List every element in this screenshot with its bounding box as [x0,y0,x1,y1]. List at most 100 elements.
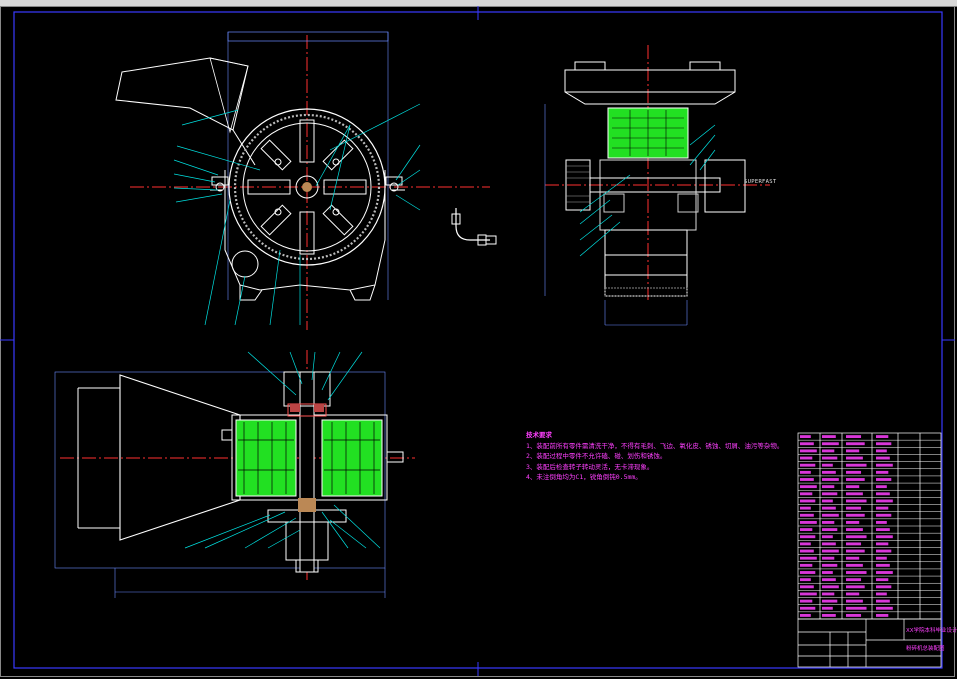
parts-list-cell-text [822,585,839,589]
parts-list-cell-text [876,435,889,439]
parts-list-rows [798,435,941,617]
parts-list-cell-text [876,592,887,596]
parts-list-cell-text [822,578,836,582]
parts-list-cell-text [800,592,817,596]
parts-list-cell-text [846,528,863,532]
parts-list-cell-text [800,613,811,617]
parts-list-cell-text [800,585,814,589]
title-block[interactable] [797,618,942,668]
parts-list-cell-text [822,470,836,474]
parts-list-cell-text [800,549,814,553]
technical-notes: 技术要求 1、装配前所有零件需清洗干净，不得有毛刺、飞边、氧化皮、锈蚀、切屑、油… [526,430,783,483]
technical-notes-heading: 技术要求 [526,431,552,439]
side-view[interactable] [544,45,770,326]
parts-list-cell-text [800,485,817,489]
parts-list-cell-text [822,528,838,532]
parts-list-cell-text [876,499,893,503]
parts-list-cell-text [800,435,811,439]
parts-list-cell-text [876,449,887,453]
parts-list-cell-text [876,456,890,460]
parts-list-cell-text [800,499,816,503]
parts-list-cell-text [876,506,889,510]
parts-list-cell-text [822,463,833,467]
parts-list-cell-text [876,599,890,603]
parts-list-cell-text [846,449,860,453]
parts-list-cell-text [846,535,867,539]
parts-list-cell-text [876,520,887,524]
parts-list-cell-text [876,442,892,446]
parts-list-cell-text [800,528,813,532]
parts-list-cell-text [822,456,838,460]
shaft-callout-text: SUPERFAST [744,179,777,185]
parts-list-cell-text [822,492,838,496]
parts-list-cell-text [800,578,811,582]
parts-list-cell-text [846,578,862,582]
parts-list-cell-text [800,449,817,453]
parts-list-cell-text [800,456,813,460]
parts-list-cell-text [822,485,835,489]
parts-list-cell-text [876,613,889,617]
parts-list-cell-text [876,492,890,496]
parts-list-cell-text [846,571,867,574]
parts-list-cell-text [846,492,863,496]
parts-list-cell-text [846,470,862,474]
parts-list-cell-text [846,513,865,517]
parts-list-cell-text [822,449,835,453]
parts-list-cell-text [876,478,892,481]
parts-list-cell-text [876,571,893,574]
parts-list-cell-text [876,606,893,610]
parts-list-cell-text [846,478,865,481]
parts-list-cell-text [846,585,865,589]
parts-list-cell-text [822,478,839,481]
parts-list-cell-text [822,556,835,560]
parts-list-cell-text [800,470,811,474]
parts-list-cell-text [822,435,836,439]
parts-list-cell-text [800,563,813,567]
parts-list-cell-text [846,456,863,460]
parts-list-cell-text [876,470,889,474]
parts-list-cell-text [876,463,893,467]
technical-note-3: 3、装配后检查转子转动灵活，无卡滞现象。 [526,462,654,471]
parts-list-cell-text [846,556,860,560]
parts-list-cell-text [822,571,833,574]
parts-list-cell-text [800,442,814,446]
parts-list-cell-text [846,599,863,603]
title-block-company: XX学院本科毕业设计 [906,626,957,634]
parts-list-cell-text [822,563,838,567]
parts-list-cell-text [846,435,862,439]
parts-list-cell-text [800,542,811,546]
parts-list-cell-text [876,528,890,532]
parts-list-cell-text [822,520,835,524]
parts-list-cell-text [800,463,816,467]
parts-list-cell-text [876,556,887,560]
cad-drawing-canvas[interactable]: XX学院本科毕业设计 粉碎机总装配图 [0,0,957,679]
parts-list-cell-text [846,606,867,610]
parts-list-cell-text [822,499,833,503]
parts-list-cell-text [846,542,862,546]
title-block-drawing-title: 粉碎机总装配图 [906,644,945,652]
parts-list-cell-text [876,578,889,582]
parts-list-cell-text [822,442,839,446]
parts-list-cell-text [822,513,839,517]
parts-list-cell-text [800,571,816,574]
technical-note-2: 2、装配过程中零件不允许磕、碰、划伤和锈蚀。 [526,452,667,460]
front-view[interactable] [115,31,497,330]
parts-list-cell-text [800,478,814,481]
parts-list-cell-text [876,485,887,489]
parts-list-cell-text [876,563,890,567]
parts-list-cell-text [846,506,862,510]
parts-list-cell-text [846,499,867,503]
parts-list-cell-text [846,485,860,489]
parts-list-cell-text [876,535,893,539]
parts-list-cell-text [822,599,838,603]
parts-list-cell-text [800,556,817,560]
parts-list-cell-text [846,463,867,467]
parts-list-cell-text [822,592,835,596]
technical-note-4: 4、未注倒角均为C1，锐角倒钝0.5mm。 [526,473,642,481]
parts-list-cell-text [876,542,889,546]
parts-list-cell-text [846,613,862,617]
section-view[interactable] [54,350,415,598]
parts-list-cell-text [846,549,865,553]
parts-list-cell-text [876,549,892,553]
parts-list-cell-text [800,492,813,496]
